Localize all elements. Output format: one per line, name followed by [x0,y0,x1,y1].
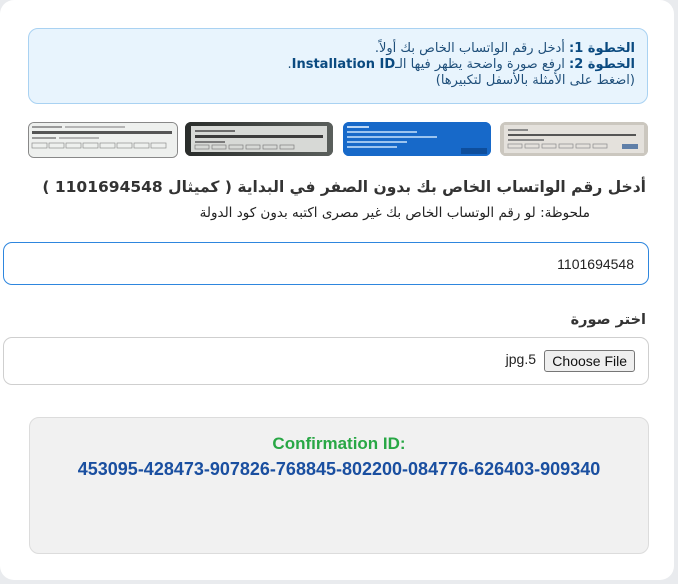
confirmation-id-value: 453095-428473-907826-768845-802200-08477… [77,459,601,479]
whatsapp-number-input[interactable] [3,242,649,285]
example-thumbnail-3-icon [343,122,491,156]
confirmation-id-title: Confirmation ID: [272,434,406,453]
installation-id-term: Installation ID [291,57,396,72]
example-thumbnail-2[interactable] [185,122,333,156]
choose-file-button[interactable]: Choose File [544,350,635,372]
confirmation-result-box: Confirmation ID: 453095-428473-907826-76… [29,417,649,554]
step-2-label: الخطوة 2: [569,57,635,72]
image-upload-label: اختر صورة [570,312,646,328]
step-1-text: أدخل رقم الواتساب الخاص بك أولاً. [374,41,570,56]
phone-heading: أدخل رقم الواتساب الخاص بك بدون الصفر في… [42,178,646,196]
example-thumbnail-1-icon [29,123,177,157]
step-1-label: الخطوة 1: [569,41,635,56]
example-thumbnail-4[interactable] [500,122,648,156]
step-2-text: ارفع صورة واضحة يظهر فيها الـ [395,57,570,72]
image-upload-field[interactable]: Choose File 5.jpg [3,337,649,385]
instructions-box: الخطوة 1: أدخل رقم الواتساب الخاص بك أول… [28,28,648,104]
selected-file-name: 5.jpg [505,351,536,367]
phone-note: ملحوظة: لو رقم الوتساب الخاص بك غير مصرى… [199,205,590,221]
activation-card: الخطوة 1: أدخل رقم الواتساب الخاص بك أول… [0,0,674,580]
example-thumbnail-1[interactable] [28,122,178,158]
example-thumbnail-2-icon [185,122,333,156]
step-1: الخطوة 1: أدخل رقم الواتساب الخاص بك أول… [41,41,635,57]
step-2: الخطوة 2: ارفع صورة واضحة يظهر فيها الـI… [41,57,635,73]
example-thumbnail-3[interactable] [343,122,491,156]
zoom-hint: (اضغط على الأمثلة بالأسفل لتكبيرها) [435,73,635,88]
example-images [28,122,648,158]
example-thumbnail-4-icon [500,122,648,156]
